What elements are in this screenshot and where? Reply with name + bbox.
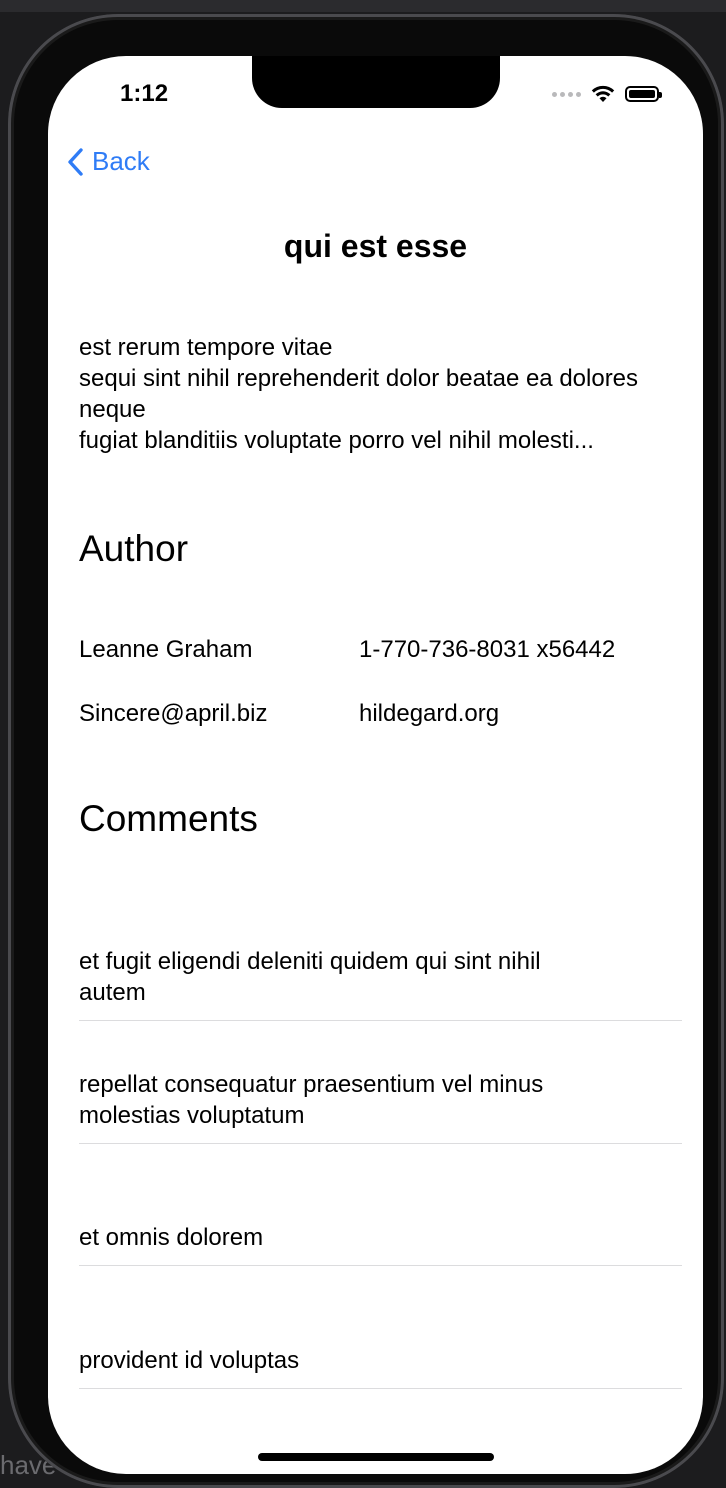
comment-title: repellat consequatur praesentium vel min… — [79, 1071, 544, 1129]
comment-row[interactable]: provident id voluptas — [79, 1266, 682, 1389]
post-title: qui est esse — [283, 228, 468, 264]
chevron-left-icon — [68, 147, 83, 176]
background-editor-bar — [0, 0, 726, 12]
cellular-signal-icon — [552, 91, 581, 97]
comment-title: provident id voluptas — [79, 1347, 300, 1374]
comment-title: et omnis dolorem — [79, 1224, 264, 1251]
home-indicator[interactable] — [258, 1453, 494, 1461]
battery-icon — [625, 86, 662, 102]
status-time: 1:12 — [120, 80, 169, 107]
comment-title: et fugit eligendi deleniti quidem qui si… — [79, 948, 541, 1006]
app-screen: 1:12 Back qui est esse est rerum tempore… — [48, 56, 703, 1474]
author-heading: Author — [79, 528, 189, 569]
back-button-label: Back — [92, 146, 150, 176]
comments-heading: Comments — [79, 798, 258, 839]
author-email: Sincere@april.biz — [79, 700, 268, 727]
author-name: Leanne Graham — [79, 636, 253, 663]
post-body: est rerum tempore vitae sequi sint nihil… — [79, 334, 639, 454]
back-button[interactable]: Back — [66, 146, 150, 177]
wifi-icon — [591, 85, 615, 102]
comment-row[interactable]: et fugit eligendi deleniti quidem qui si… — [79, 896, 682, 1021]
author-website: hildegard.org — [359, 700, 500, 727]
status-icons — [552, 82, 662, 106]
comment-row[interactable]: repellat consequatur praesentium vel min… — [79, 1021, 682, 1144]
comment-row[interactable]: et omnis dolorem — [79, 1144, 682, 1266]
author-phone: 1-770-736-8031 x56442 — [359, 636, 616, 663]
device-frame: 1:12 Back qui est esse est rerum tempore… — [8, 14, 724, 1488]
device-notch — [252, 56, 500, 108]
